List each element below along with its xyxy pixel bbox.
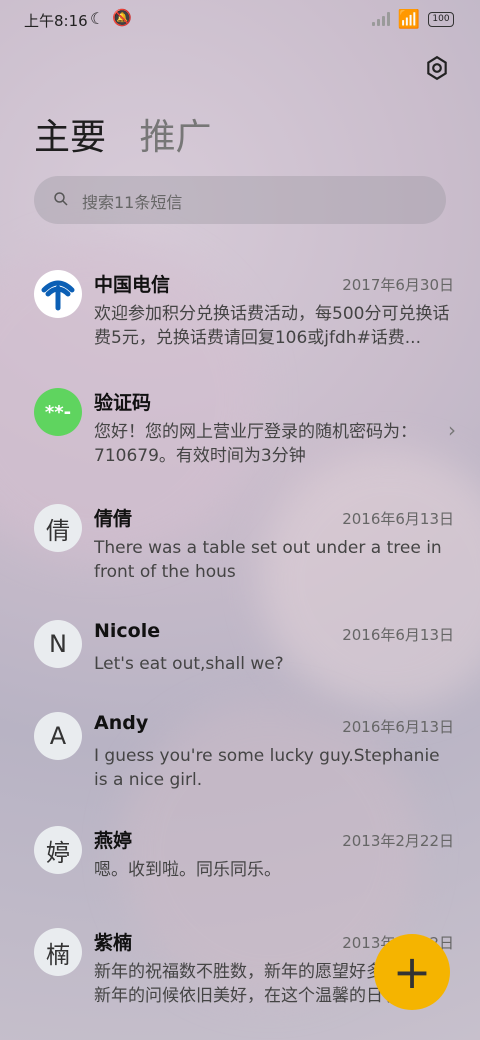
search-icon [54,192,68,206]
message-snippet: There was a table set out under a tree i… [94,538,442,582]
sender-name: 紫楠 [94,932,133,954]
message-date: 2017年6月30日 [342,276,454,294]
sender-name: 燕婷 [94,830,133,852]
avatar: 倩 [34,504,82,552]
sender-name: 验证码 [94,392,152,414]
status-time: 上午8:16 [24,12,88,30]
message-item[interactable]: 中国电信 2017年6月30日 欢迎参加积分兑换话费活动，每500分可兑换话费5… [0,260,480,370]
message-date: 2016年6月13日 [342,718,454,736]
message-item[interactable]: 婷 燕婷 2013年2月22日 嗯。收到啦。同乐同乐。 [0,816,480,926]
sender-name: 中国电信 [94,274,171,296]
china-telecom-logo-icon [36,272,80,316]
avatar: 楠 [34,928,82,976]
chevron-right-icon[interactable]: › [448,418,456,442]
message-snippet: 欢迎参加积分兑换话费活动，每500分可兑换话费5元，兑换话费请回复106或jfd… [94,304,450,348]
tab-main[interactable]: 主要 [34,117,106,158]
message-snippet: Let's eat out,shall we? [94,654,284,674]
avatar: N [34,620,82,668]
status-bar: 上午8:16 ☾ 🔕 📶 100 [0,0,480,40]
settings-icon[interactable] [424,55,450,81]
message-item[interactable]: **- 验证码 您好！您的网上营业厅登录的随机密码为：710679。有效时间为3… [0,378,480,488]
avatar [34,270,82,318]
avatar: 婷 [34,826,82,874]
sender-name: 倩倩 [94,508,133,530]
message-item[interactable]: A Andy 2016年6月13日 I guess you're some lu… [0,702,480,812]
message-date: 2016年6月13日 [342,626,454,644]
message-snippet: 您好！您的网上营业厅登录的随机密码为：710679。有效时间为3分钟 [94,422,417,466]
avatar: **- [34,388,82,436]
message-snippet: 嗯。收到啦。同乐同乐。 [94,860,281,880]
do-not-disturb-icon: ☾ [90,9,105,28]
message-snippet: I guess you're some lucky guy.Stephanie … [94,746,440,790]
avatar-label: A [49,722,67,750]
sender-name: Andy [94,712,149,734]
avatar-label: **- [44,401,72,423]
mute-icon: 🔕 [112,8,132,27]
message-item[interactable]: 倩 倩倩 2016年6月13日 There was a table set ou… [0,494,480,604]
search-bar[interactable]: 搜索11条短信 [34,176,446,224]
message-date: 2013年2月22日 [342,832,454,850]
battery-icon: 100 [428,12,454,27]
tab-bar: 主要 推广 [34,108,211,160]
compose-button[interactable]: + [374,934,450,1010]
search-input[interactable]: 搜索11条短信 [82,189,182,213]
avatar: A [34,712,82,760]
signal-icon [372,12,392,26]
avatar-label: 倩 [46,516,70,545]
message-date: 2016年6月13日 [342,510,454,528]
wifi-icon: 📶 [397,9,420,30]
avatar-label: 婷 [46,838,70,867]
avatar-label: 楠 [46,940,70,969]
tab-promotions[interactable]: 推广 [139,117,211,158]
sender-name: Nicole [94,620,161,642]
avatar-label: N [49,630,67,658]
